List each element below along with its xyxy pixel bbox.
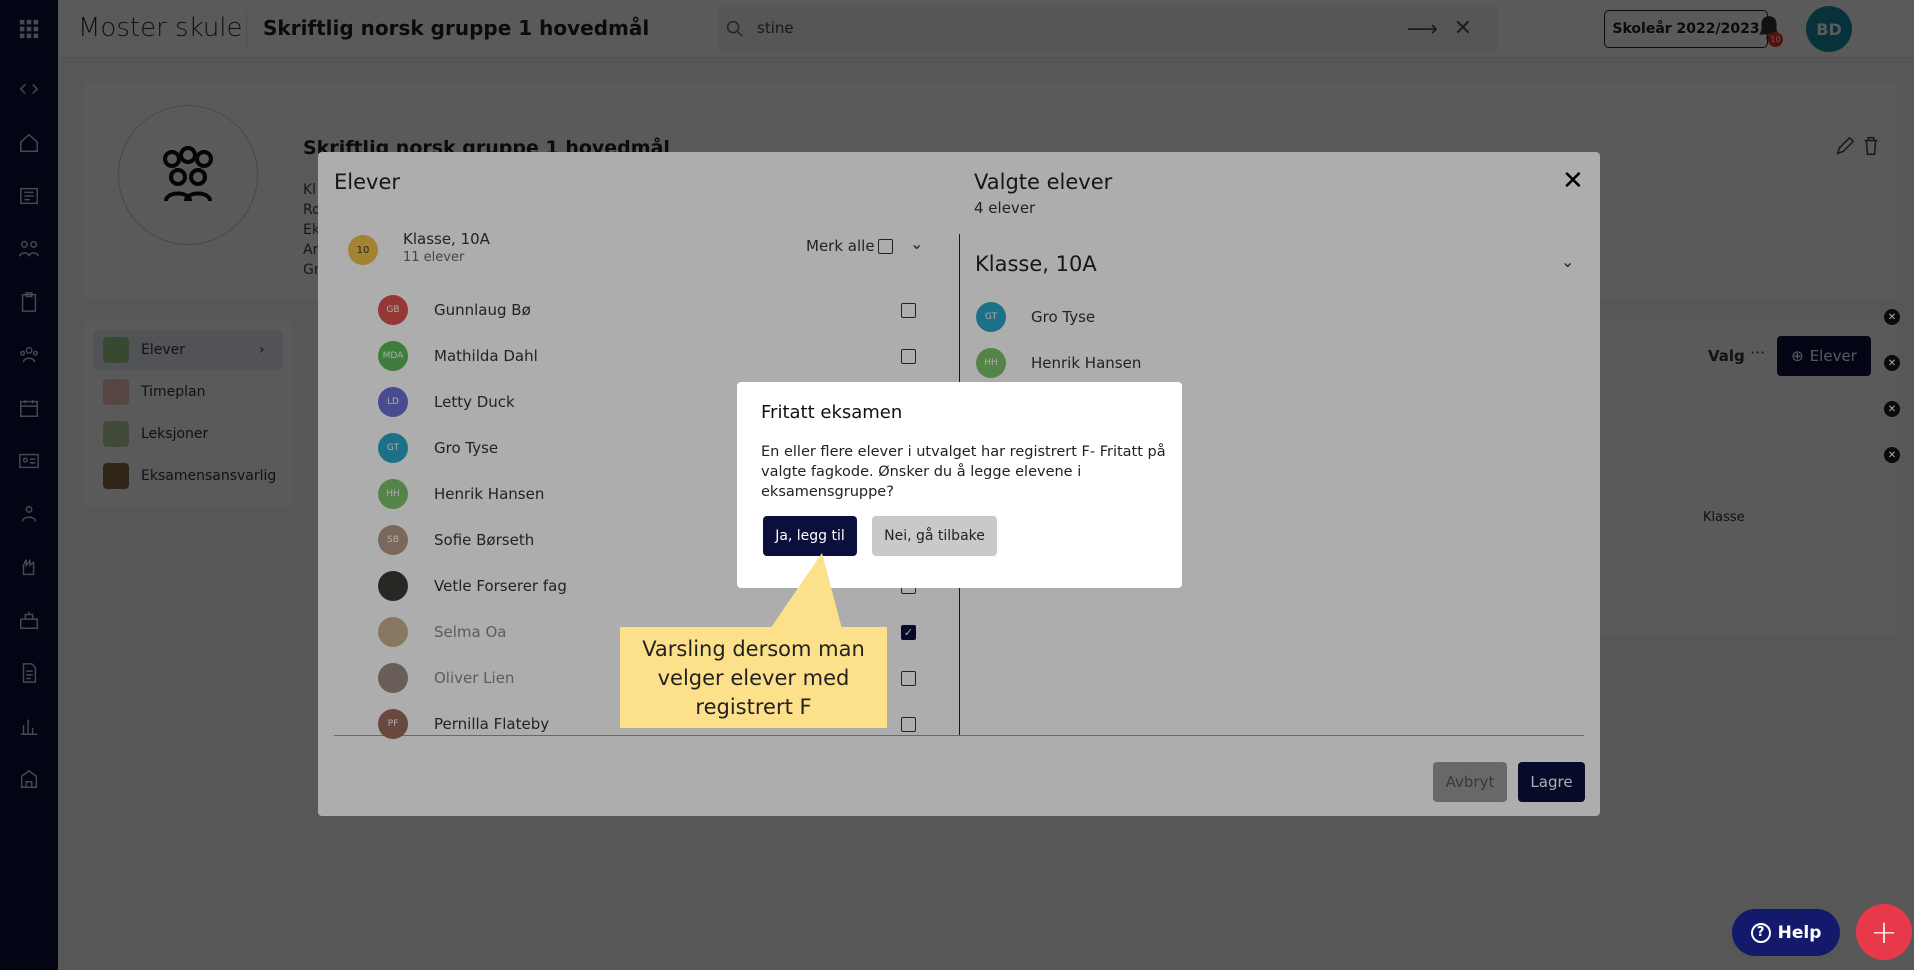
callout-pointer [770, 553, 842, 629]
help-label: Help [1777, 922, 1822, 943]
confirm-add-button[interactable]: Ja, legg til [763, 516, 857, 556]
add-fab-button[interactable]: + [1856, 904, 1912, 960]
dialog-title: Fritatt eksamen [761, 402, 903, 423]
annotation-callout: Varsling dersom man velger elever med re… [620, 627, 887, 728]
dialog-message: En eller flere elever i utvalget har reg… [761, 444, 1166, 500]
callout-text: Varsling dersom man velger elever med re… [642, 637, 865, 719]
question-icon: ? [1750, 922, 1771, 943]
help-button[interactable]: ? Help [1732, 909, 1840, 956]
go-back-button[interactable]: Nei, gå tilbake [872, 516, 997, 556]
